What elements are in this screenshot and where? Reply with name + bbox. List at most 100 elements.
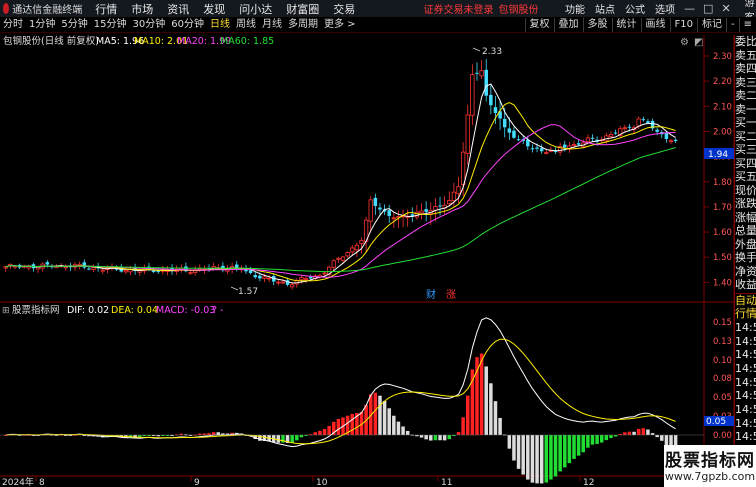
macd-bar <box>179 433 184 435</box>
maximize-icon[interactable]: □ <box>703 2 713 15</box>
chart-expand-icon[interactable]: ◩ <box>694 37 703 48</box>
minimize-icon[interactable]: — <box>684 2 695 15</box>
candle-body <box>72 264 78 268</box>
finance-badge[interactable]: 财 <box>426 288 436 301</box>
macd-bar <box>507 435 512 449</box>
macd-bar <box>267 435 271 442</box>
menu-quotes[interactable]: 行情 <box>95 1 117 17</box>
macd-bar <box>211 432 216 435</box>
side-label: 净资 <box>735 264 756 278</box>
macd-bar <box>502 434 507 436</box>
tab-multi-period[interactable]: 多周期 <box>285 17 321 32</box>
candle-body <box>271 276 276 282</box>
macd-bar <box>170 435 174 436</box>
login-notice[interactable]: 证券交易未登录 <box>423 1 493 16</box>
macd-bar <box>262 435 267 441</box>
macd-bar <box>161 435 165 436</box>
close-icon[interactable]: ✕ <box>721 2 730 15</box>
tab-intraday[interactable]: 分时 <box>0 17 26 32</box>
tick-time-labels: 自动行情14:5014:5014:5014:5014:5014:5014:501… <box>735 294 756 445</box>
candlestick-series <box>3 59 678 290</box>
macd-bar <box>281 435 285 443</box>
collapse-button[interactable]: - <box>726 17 739 32</box>
chart-canvas[interactable]: 包钢股份(日线 前复权) MA5: 1.96 MA10: 2.01 MA20: … <box>0 0 756 487</box>
candle-body <box>428 210 433 215</box>
macd-bar <box>442 435 447 441</box>
macd-bar <box>604 435 609 441</box>
ma20-label: MA20: 1.99 <box>177 36 231 47</box>
tab-15min[interactable]: 15分钟 <box>91 17 130 32</box>
candle-body <box>22 265 27 268</box>
indicator-tick-label: 0.00 <box>713 431 732 441</box>
candle-body <box>262 276 267 279</box>
menu-icon[interactable]: ≡ <box>738 17 756 32</box>
macd-bar <box>313 432 318 435</box>
overlay-button[interactable]: 叠加 <box>553 17 583 32</box>
macd-bar <box>429 435 433 441</box>
f10-button[interactable]: F10 <box>669 17 697 32</box>
tab-weekly[interactable]: 周线 <box>233 17 259 32</box>
menu-ask[interactable]: 问小达 <box>239 1 272 17</box>
indicator-extra: ? - <box>212 305 224 316</box>
macd-bar <box>456 432 461 435</box>
indicator-expand-icon[interactable]: ⊞ <box>2 306 10 316</box>
dea-label: DEA: 0.04 <box>111 305 158 316</box>
macd-bar <box>91 435 96 437</box>
candle-body <box>359 240 364 244</box>
macd-bar <box>567 435 572 464</box>
tab-daily[interactable]: 日线 <box>207 17 233 32</box>
indicator-value-tag: 0.05 <box>706 417 726 427</box>
candle-body <box>595 139 599 142</box>
macd-bar <box>327 425 331 435</box>
candle-body <box>96 265 100 269</box>
candle-body <box>202 268 207 271</box>
candle-body <box>460 151 466 186</box>
candle-body <box>608 134 614 137</box>
menu-options[interactable]: 选项 <box>655 1 675 16</box>
menu-trade[interactable]: 交易 <box>333 1 355 17</box>
macd-bar <box>341 417 345 435</box>
tab-monthly[interactable]: 月线 <box>259 17 285 32</box>
macd-bar <box>271 435 276 443</box>
tab-30min[interactable]: 30分钟 <box>129 17 168 32</box>
macd-bar <box>590 435 595 445</box>
candle-body <box>63 266 68 269</box>
side-label: 收益 <box>735 278 756 291</box>
menu-wealth[interactable]: 财富圈 <box>286 1 319 17</box>
macd-bar <box>285 435 290 443</box>
menu-function[interactable]: 功能 <box>565 1 585 16</box>
candle-body <box>12 265 18 268</box>
candle-body <box>109 266 115 269</box>
tab-5min[interactable]: 5分钟 <box>58 17 90 32</box>
candle-body <box>59 264 64 267</box>
macd-bar <box>17 434 22 436</box>
macd-bar <box>119 435 123 438</box>
candle-body <box>26 265 32 269</box>
menu-market[interactable]: 市场 <box>131 1 153 17</box>
candle-body <box>3 266 8 269</box>
candle-body <box>498 111 502 119</box>
tab-more[interactable]: 更多 > <box>321 17 359 32</box>
menu-discover[interactable]: 发现 <box>203 1 225 17</box>
indicator-title[interactable]: 股票指标网 <box>12 304 60 316</box>
adjust-button[interactable]: 复权 <box>524 17 554 32</box>
multi-stock-button[interactable]: 多股 <box>582 17 612 32</box>
macd-bar <box>526 435 530 480</box>
rise-badge[interactable]: 涨 <box>446 289 456 301</box>
mark-button[interactable]: 标记 <box>697 17 726 32</box>
chart-settings-icon[interactable]: ⚙ <box>680 37 689 48</box>
tab-1min[interactable]: 1分钟 <box>26 17 58 32</box>
x-label-aug: 8 <box>39 478 45 487</box>
menu-formula[interactable]: 公式 <box>625 1 645 16</box>
statistics-button[interactable]: 统计 <box>611 17 641 32</box>
date-axis: 2024年 8 9 10 11 12 <box>2 476 594 487</box>
menu-site[interactable]: 站点 <box>595 1 615 16</box>
price-tick-label: 2.00 <box>713 127 732 137</box>
macd-bar <box>290 435 294 443</box>
menu-news[interactable]: 资讯 <box>167 1 189 17</box>
draw-line-button[interactable]: 画线 <box>640 17 670 32</box>
side-label: 买五 <box>735 170 756 183</box>
macd-bar <box>45 433 50 435</box>
tab-60min[interactable]: 60分钟 <box>168 17 207 32</box>
macd-bar <box>378 395 382 435</box>
